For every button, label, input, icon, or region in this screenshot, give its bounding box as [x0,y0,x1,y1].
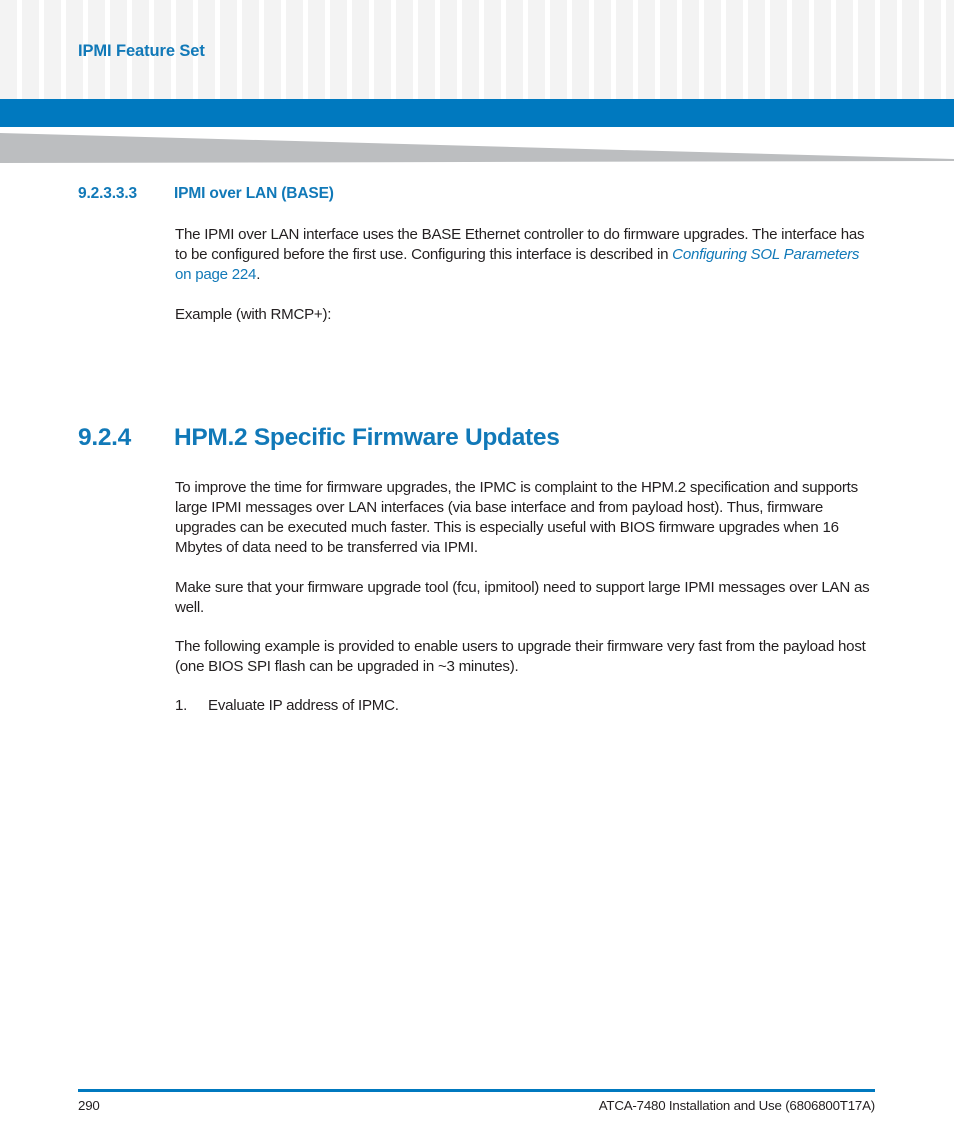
section-heading-9-2-3-3-3: 9.2.3.3.3 IPMI over LAN (BASE) [0,185,954,203]
header-gray-wedge [0,133,954,163]
list-item-marker: 1. [175,697,188,715]
section-number: 9.2.3.3.3 [78,185,137,202]
cross-reference-title: Configuring SOL Parameters [672,246,860,264]
section-heading-9-2-4: 9.2.4 HPM.2 Specific Firmware Updates [0,424,954,452]
footer-page-number: 290 [78,1098,100,1113]
section-number: 9.2.4 [78,423,131,451]
list-item-text: Evaluate IP address of IPMC. [208,697,399,715]
footer-rule [78,1089,875,1092]
footer-document-title: ATCA-7480 Installation and Use (6806800T… [598,1098,875,1113]
header-blue-band [0,99,954,127]
paragraph-ipmi-over-lan: The IPMI over LAN interface uses the BAS… [0,225,954,286]
paragraph-example-intro: The following example is provided to ena… [175,638,866,676]
list-item: 1. Evaluate IP address of IPMC. [0,696,954,716]
page-footer: 290 ATCA-7480 Installation and Use (6806… [78,1098,875,1113]
paragraph-hpm2-intro: To improve the time for firmware upgrade… [175,478,858,557]
paragraph-example-rmcp: Example (with RMCP+): [175,305,332,323]
page-content: 9.2.3.3.3 IPMI over LAN (BASE) The IPMI o… [0,163,954,717]
steps-list: 1. Evaluate IP address of IPMC. [0,696,954,716]
paragraph-tool-support: Make sure that your firmware upgrade too… [175,578,870,616]
running-head-title: IPMI Feature Set [78,42,205,60]
cross-reference-page: on page 224 [175,266,257,284]
section-title: IPMI over LAN (BASE) [174,185,334,202]
paragraph-text-end: . [256,266,261,284]
section-title: HPM.2 Specific Firmware Updates [174,423,560,451]
